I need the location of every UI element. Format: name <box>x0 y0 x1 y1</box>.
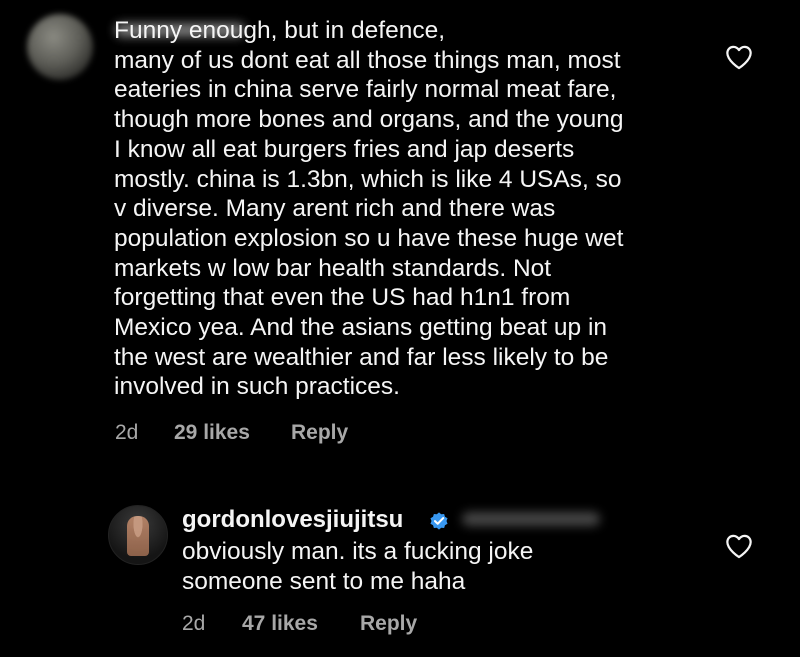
comment-text: obviously man. its a fucking joke someon… <box>182 538 534 595</box>
heart-outline-icon[interactable] <box>725 44 753 70</box>
reply-button[interactable]: Reply <box>360 612 417 636</box>
comment-text: Funny enough, but in defence, many of us… <box>114 17 624 401</box>
username[interactable]: gordonlovesjiujitsu <box>182 506 403 534</box>
verified-badge-icon <box>430 512 448 530</box>
reply-comment: gordonlovesjiujitsu obviously man. its a… <box>0 490 800 657</box>
blurred-mention <box>462 512 600 526</box>
comment: Funny enough, but in defence, many of us… <box>0 0 800 470</box>
comment-time: 2d <box>115 421 139 444</box>
avatar[interactable] <box>108 505 168 565</box>
likes-count[interactable]: 29 likes <box>174 421 250 445</box>
heart-outline-icon[interactable] <box>725 533 753 559</box>
comment-time: 2d <box>182 612 206 635</box>
reply-button[interactable]: Reply <box>291 421 348 445</box>
avatar[interactable] <box>27 14 93 80</box>
avatar-photo <box>127 516 149 556</box>
likes-count[interactable]: 47 likes <box>242 612 318 636</box>
